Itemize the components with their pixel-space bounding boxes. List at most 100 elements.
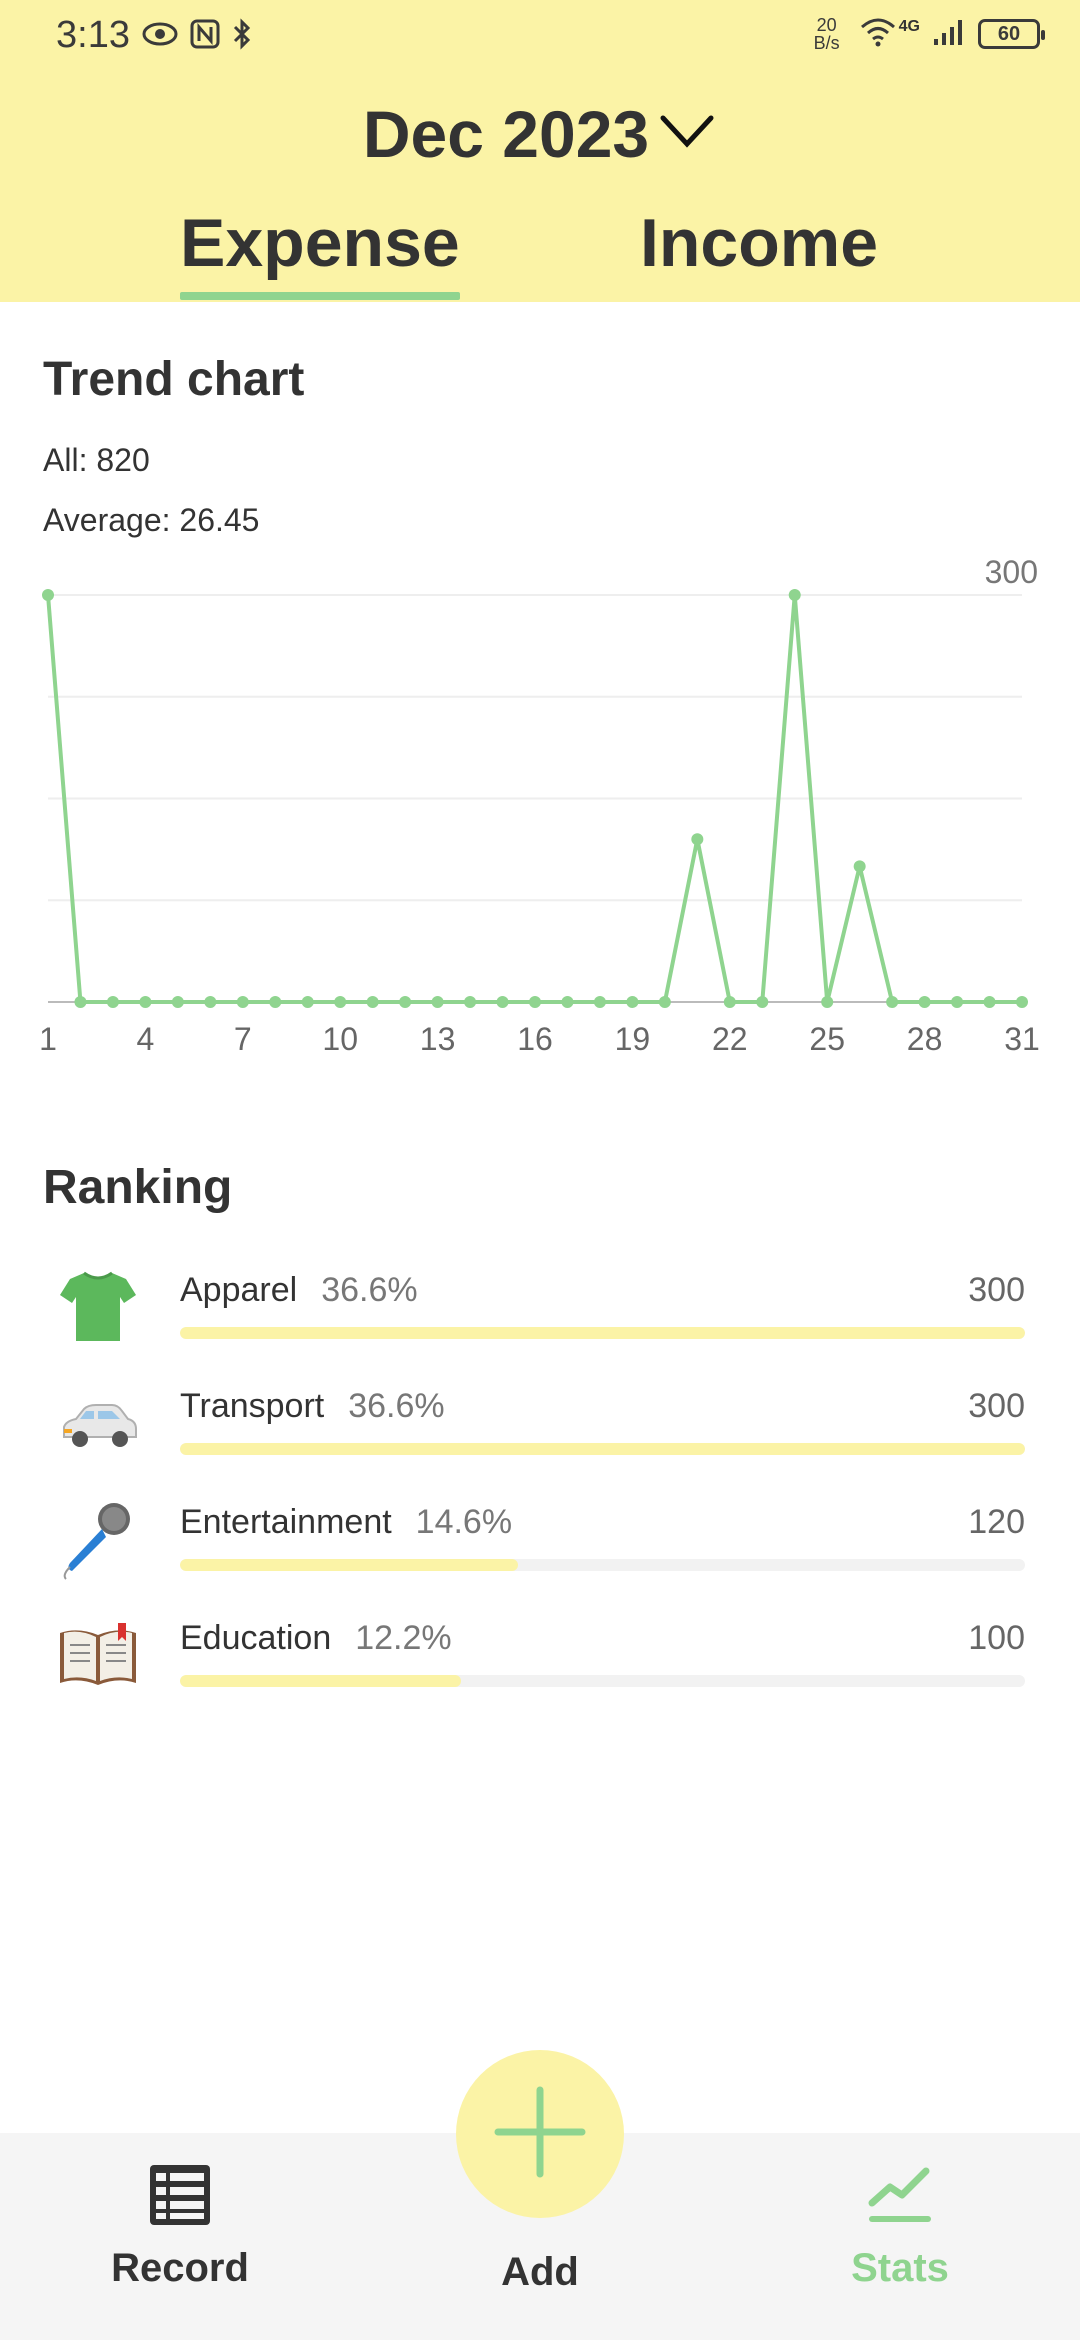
- data-point: [301, 996, 314, 1008]
- average-amount: Average: 26.45: [43, 502, 260, 538]
- nav-add-label: Add: [501, 2250, 579, 2294]
- type-tabs: Expense Income: [0, 204, 1080, 302]
- data-point: [366, 996, 379, 1008]
- active-tab-indicator: [180, 292, 460, 300]
- ranking-bar: [180, 1327, 1025, 1339]
- ranking-item-education[interactable]: Education 12.2% 100: [0, 1613, 1080, 1723]
- trend-chart-title: Trend chart: [43, 353, 305, 406]
- status-bar: 3:13 20 B/s 4G 60: [0, 0, 1080, 76]
- network-label: 4G: [898, 18, 920, 35]
- x-tick-label: 16: [517, 1021, 553, 1057]
- car-icon: [56, 1381, 140, 1465]
- data-point: [269, 996, 282, 1008]
- microphone-icon: [56, 1497, 140, 1581]
- table-icon: [148, 2165, 212, 2231]
- data-point: [236, 996, 249, 1008]
- ranking-bar: [180, 1443, 1025, 1455]
- nfc-icon: [190, 19, 220, 54]
- data-point: [529, 996, 541, 1008]
- status-left-icons: [142, 18, 252, 55]
- ranking-bar-fill: [180, 1443, 1025, 1455]
- chevron-down-icon: [657, 112, 717, 157]
- data-point: [74, 996, 87, 1008]
- x-tick-label: 19: [615, 1021, 651, 1057]
- x-tick-label: 28: [907, 1021, 943, 1057]
- nav-stats-label: Stats: [851, 2246, 949, 2290]
- data-point: [334, 996, 347, 1008]
- ranking-percent: 14.6%: [415, 1503, 513, 1541]
- x-tick-label: 22: [712, 1021, 748, 1057]
- trend-chart: 1 4 7 10 13 16 19 22 25 28 31 300: [39, 554, 1040, 1057]
- data-point: [171, 996, 184, 1008]
- data-point: [918, 996, 931, 1008]
- eye-icon: [142, 20, 178, 53]
- data-point: [691, 833, 704, 846]
- ranking-item-apparel[interactable]: Apparel 36.6% 300: [0, 1265, 1080, 1375]
- data-point: [723, 996, 736, 1008]
- ranking-percent: 12.2%: [355, 1619, 452, 1657]
- y-max-label: 300: [985, 554, 1038, 590]
- ranking-percent: 36.6%: [321, 1271, 418, 1309]
- ranking-item-entertainment[interactable]: Entertainment 14.6% 120: [0, 1497, 1080, 1607]
- ranking-amount: 120: [968, 1503, 1025, 1541]
- data-point: [853, 860, 866, 873]
- ranking-name: Transport: [180, 1387, 325, 1425]
- ranking-title: Ranking: [43, 1161, 233, 1214]
- tab-expense[interactable]: Expense: [180, 204, 460, 282]
- status-right: 20 B/s 4G 60: [807, 15, 1045, 53]
- nav-stats[interactable]: Stats: [790, 2163, 1010, 2291]
- data-point: [42, 589, 54, 601]
- data-point: [626, 996, 639, 1008]
- ranking-bar-fill: [180, 1675, 462, 1687]
- total-amount: All: 820: [43, 442, 150, 478]
- status-time: 3:13: [56, 14, 130, 56]
- trend-up-icon: [868, 2167, 932, 2231]
- data-point: [561, 996, 574, 1008]
- x-tick-label: 7: [234, 1021, 252, 1057]
- tshirt-icon: [56, 1265, 140, 1349]
- data-point: [106, 996, 119, 1008]
- ranking-amount: 100: [968, 1619, 1025, 1657]
- signal-icon: [932, 17, 966, 52]
- data-point: [496, 996, 509, 1008]
- bluetooth-icon: [232, 18, 252, 55]
- data-point: [821, 996, 834, 1008]
- ranking-bar-fill: [180, 1327, 1025, 1339]
- x-tick-label: 4: [137, 1021, 155, 1057]
- battery-icon: 60: [978, 19, 1045, 49]
- plus-icon: [492, 2084, 588, 2185]
- ranking-name: Entertainment: [180, 1503, 392, 1541]
- ranking-bar: [180, 1559, 1025, 1571]
- x-tick-label: 31: [1004, 1021, 1040, 1057]
- nav-record[interactable]: Record: [70, 2163, 290, 2291]
- tab-income[interactable]: Income: [640, 204, 878, 282]
- month-label: Dec 2023: [362, 97, 650, 171]
- data-point: [886, 996, 899, 1008]
- ranking-bar-fill: [180, 1559, 518, 1571]
- x-tick-label: 25: [809, 1021, 845, 1057]
- net-speed: 20 B/s: [813, 15, 840, 53]
- data-point: [139, 996, 152, 1008]
- month-selector[interactable]: Dec 2023: [0, 96, 1080, 172]
- x-tick-label: 10: [322, 1021, 358, 1057]
- data-point: [399, 996, 412, 1008]
- wifi-icon: [859, 17, 897, 52]
- ranking-amount: 300: [968, 1271, 1025, 1309]
- data-point: [756, 996, 769, 1008]
- data-point: [431, 996, 444, 1008]
- data-point: [1016, 996, 1028, 1008]
- ranking-bar: [180, 1675, 1025, 1687]
- ranking-name: Apparel: [180, 1271, 298, 1309]
- x-tick-label: 13: [420, 1021, 456, 1057]
- data-point: [204, 996, 217, 1008]
- add-button[interactable]: [456, 2050, 624, 2218]
- ranking-item-transport[interactable]: Transport 36.6% 300: [0, 1381, 1080, 1491]
- data-point: [788, 589, 801, 601]
- book-icon: [56, 1613, 140, 1697]
- ranking-name: Education: [180, 1619, 332, 1657]
- data-point: [464, 996, 477, 1008]
- data-point: [951, 996, 964, 1008]
- nav-record-label: Record: [111, 2246, 249, 2290]
- ranking-percent: 36.6%: [348, 1387, 445, 1425]
- ranking-amount: 300: [968, 1387, 1025, 1425]
